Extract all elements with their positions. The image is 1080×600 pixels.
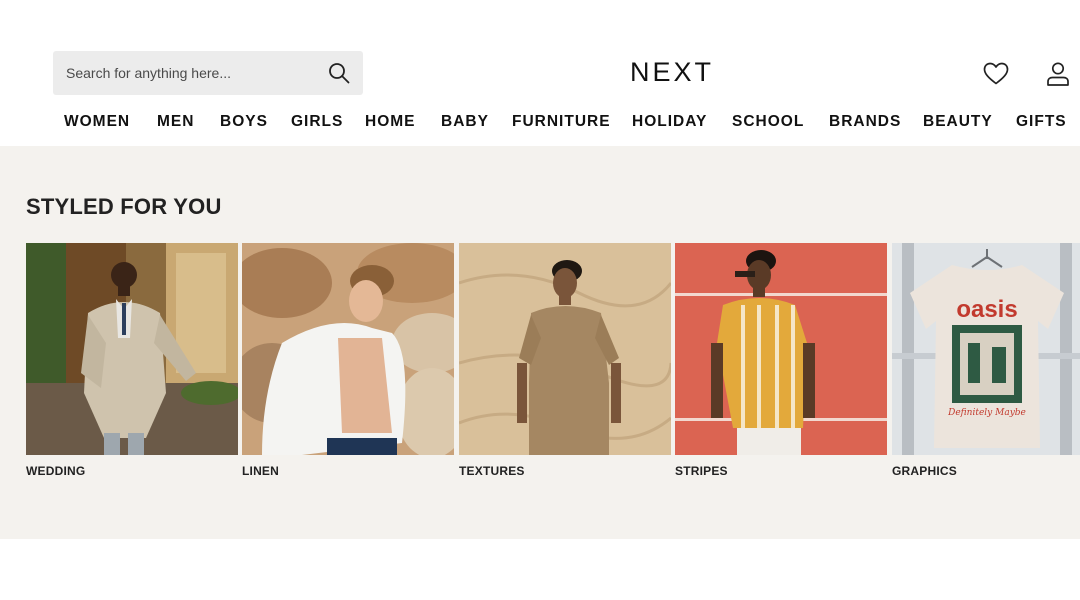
- card-label[interactable]: STRIPES: [675, 464, 887, 478]
- styled-for-you-section: STYLED FOR YOU WEDDING LINEN TEXTURES ST…: [0, 146, 1080, 539]
- stripes-image[interactable]: [675, 243, 887, 455]
- nav-item-furniture[interactable]: FURNITURE: [512, 113, 611, 131]
- style-card-linen[interactable]: LINEN: [242, 243, 454, 478]
- style-card-graphics[interactable]: oasis Definitely Maybe GRAPHICS: [892, 243, 1080, 478]
- tee-print-tagline: Definitely Maybe: [947, 408, 1026, 418]
- tee-print-logo: oasis: [956, 296, 1017, 323]
- nav-item-home[interactable]: HOME: [365, 113, 416, 131]
- nav-item-boys[interactable]: BOYS: [220, 113, 268, 131]
- site-header: NEXT WOMEN MEN BOYS GIRLS HOME BABY FURN…: [0, 0, 1080, 145]
- style-card-textures[interactable]: TEXTURES: [459, 243, 671, 478]
- textures-image[interactable]: [459, 243, 671, 455]
- style-card-stripes[interactable]: STRIPES: [675, 243, 887, 478]
- nav-item-holiday[interactable]: HOLIDAY: [632, 113, 707, 131]
- account-icon[interactable]: [1044, 60, 1072, 88]
- nav-item-women[interactable]: WOMEN: [64, 113, 130, 131]
- style-card-wedding[interactable]: WEDDING: [26, 243, 238, 478]
- card-label[interactable]: TEXTURES: [459, 464, 671, 478]
- wedding-image[interactable]: [26, 243, 238, 455]
- main-nav: WOMEN MEN BOYS GIRLS HOME BABY FURNITURE…: [0, 110, 1080, 136]
- search-icon[interactable]: [327, 61, 351, 85]
- heart-icon[interactable]: [982, 60, 1010, 88]
- nav-item-girls[interactable]: GIRLS: [291, 113, 343, 131]
- nav-item-school[interactable]: SCHOOL: [732, 113, 804, 131]
- linen-image[interactable]: [242, 243, 454, 455]
- nav-item-beauty[interactable]: BEAUTY: [923, 113, 993, 131]
- brand-logo[interactable]: NEXT: [600, 57, 744, 88]
- card-label[interactable]: LINEN: [242, 464, 454, 478]
- graphics-image[interactable]: oasis Definitely Maybe: [892, 243, 1080, 455]
- nav-item-baby[interactable]: BABY: [441, 113, 489, 131]
- section-title: STYLED FOR YOU: [26, 194, 222, 219]
- search-bar[interactable]: [53, 51, 363, 95]
- nav-item-men[interactable]: MEN: [157, 113, 194, 131]
- nav-item-brands[interactable]: BRANDS: [829, 113, 901, 131]
- card-label[interactable]: WEDDING: [26, 464, 238, 478]
- card-label[interactable]: GRAPHICS: [892, 464, 1080, 478]
- search-input[interactable]: [53, 51, 327, 95]
- nav-item-gifts[interactable]: GIFTS: [1016, 113, 1067, 131]
